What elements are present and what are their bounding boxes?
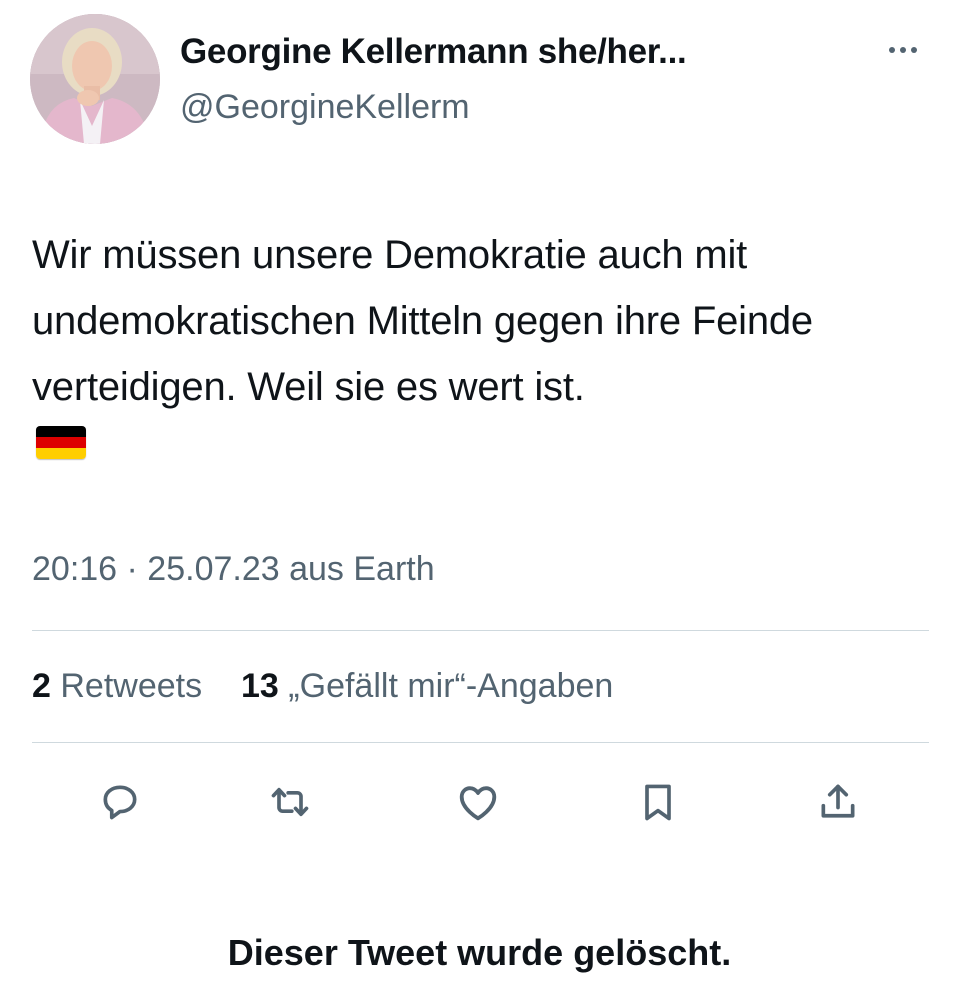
reply-button[interactable] (90, 772, 150, 832)
share-button[interactable] (808, 772, 868, 832)
likes-label: „Gefällt mir“-Angaben (288, 667, 614, 705)
retweet-icon (271, 787, 309, 817)
display-name[interactable]: Georgine Kellermann she/her... (180, 32, 687, 72)
bookmark-icon (645, 784, 671, 821)
like-button[interactable] (448, 772, 508, 832)
retweets-label: Retweets (60, 667, 203, 705)
deleted-notice: Dieser Tweet wurde gelöscht. (227, 932, 732, 973)
likes-stat[interactable]: 13 „Gefällt mir“-Angaben (232, 667, 614, 705)
avatar-image (30, 14, 160, 144)
share-icon (821, 784, 855, 818)
retweets-stat[interactable]: 2 Retweets (32, 667, 212, 705)
reply-icon (103, 785, 137, 820)
divider (32, 742, 929, 743)
bookmark-button[interactable] (628, 772, 688, 832)
tweet-timestamp[interactable]: 20:16 · 25.07.23 aus Earth (32, 550, 435, 589)
flag-germany-icon (36, 426, 86, 459)
username-handle[interactable]: @GeorgineKellerm (180, 88, 470, 127)
like-icon (459, 786, 497, 821)
likes-count: 13 (241, 667, 279, 705)
retweets-count: 2 (32, 667, 51, 705)
tweet-text: Wir müssen unsere Demokratie auch mit un… (32, 233, 813, 409)
divider (32, 630, 929, 631)
tweet-stats: 2 Retweets 13 „Gefällt mir“-Angaben (32, 667, 613, 706)
retweet-button[interactable] (260, 772, 320, 832)
avatar[interactable] (30, 14, 160, 144)
more-options-icon[interactable] (880, 38, 926, 62)
action-bar (0, 772, 959, 832)
